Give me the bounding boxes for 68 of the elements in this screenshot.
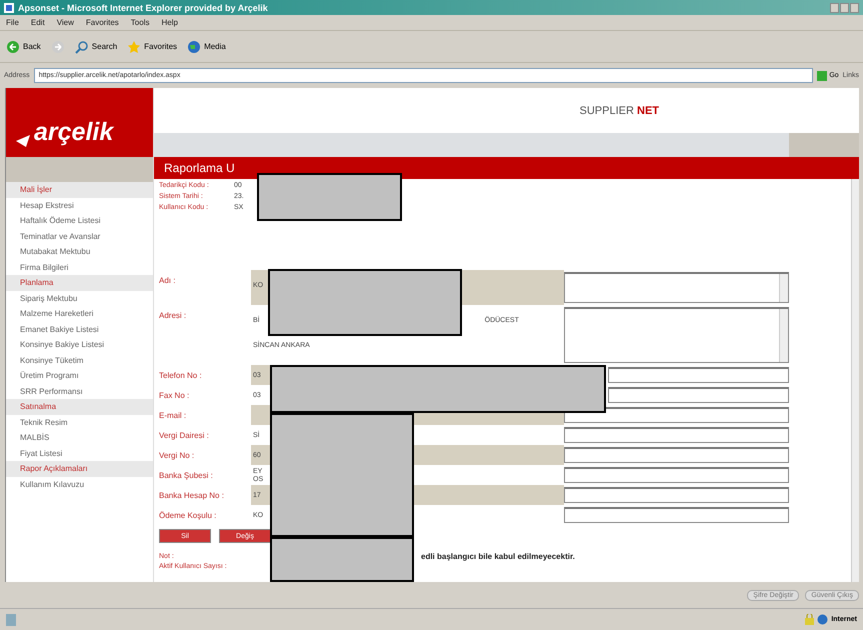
text-area[interactable] (564, 307, 789, 363)
field-label: Ödeme Koşulu : (159, 510, 218, 522)
input-field[interactable] (564, 487, 789, 503)
close-button[interactable] (850, 2, 859, 12)
back-arrow-icon (6, 40, 20, 54)
sidebar-section: Planlama (6, 275, 153, 290)
sidebar-link[interactable]: Haftalık Ödeme Listesi (6, 213, 153, 228)
field-label: Telefon No : (159, 370, 203, 382)
menu-item[interactable]: View (56, 18, 74, 27)
sidebar-link[interactable]: Konsinye Bakiye Listesi (6, 337, 153, 352)
toolbar-button[interactable]: Media (187, 40, 226, 54)
field-label: Banka Hesap No : (159, 490, 225, 502)
field-label: Adı : (159, 275, 176, 287)
menu-item[interactable]: Favorites (86, 18, 119, 27)
sidebar-link[interactable]: Üretim Programı (6, 368, 153, 384)
field-label: Adresi : (159, 310, 188, 322)
input-field[interactable] (564, 427, 789, 443)
star-icon (127, 40, 142, 54)
globe-icon (817, 614, 828, 625)
sidebar-link[interactable]: Emanet Bakiye Listesi (6, 322, 153, 337)
menu-item[interactable]: Help (161, 18, 178, 27)
sidebar-section: Mali İşler (6, 182, 153, 198)
sidebar-link[interactable]: Hesap Ekstresi (6, 198, 153, 213)
field-label: Vergi Dairesi : (159, 430, 210, 442)
note-text: edli başlangıcı bile kabul edilmeyecektir. (421, 552, 575, 560)
input-field[interactable] (608, 367, 789, 383)
toolbar-button[interactable]: Favorites (127, 40, 178, 54)
scrollbar[interactable] (851, 179, 859, 582)
sidebar-link[interactable]: Teminatlar ve Avanslar (6, 228, 153, 244)
maximize-button[interactable] (840, 2, 849, 12)
sidebar-link[interactable]: Fiyat Listesi (6, 446, 153, 461)
menu-item[interactable]: File (6, 18, 19, 27)
sidebar-section: Rapor Açıklamaları (6, 461, 153, 476)
panel-title: Raporlama U (154, 157, 859, 179)
globe-icon (187, 40, 202, 54)
search-icon (74, 40, 89, 54)
sidebar-link[interactable]: Firma Bilgileri (6, 260, 153, 275)
input-field[interactable] (564, 467, 789, 483)
menu-item[interactable]: Edit (30, 18, 45, 27)
sidebar-link[interactable]: MALBİS (6, 430, 153, 446)
logo-text: arçelik (34, 118, 114, 147)
field-label: Vergi No : (159, 450, 196, 462)
page-icon (6, 614, 16, 626)
input-field[interactable] (608, 387, 789, 403)
menu-item[interactable]: Tools (130, 18, 150, 27)
field-label: Fax No : (159, 390, 190, 402)
sidebar-link[interactable]: Sipariş Mektubu (6, 290, 153, 306)
sidebar-link[interactable]: Mutabakat Mektubu (6, 244, 153, 260)
input-field[interactable] (564, 447, 789, 463)
brand-title: SUPPLIER NET (580, 104, 659, 116)
logo-mark-icon (16, 135, 30, 147)
window-title: Apsonset - Microsoft Internet Explorer provided by Arçelik (18, 2, 268, 12)
sidebar-link[interactable]: Malzeme Hareketleri (6, 306, 153, 322)
toolbar-button[interactable]: Search (74, 40, 118, 54)
sidebar-link[interactable]: SRR Performansı (6, 384, 153, 399)
text-area[interactable] (564, 272, 789, 303)
sidebar-link[interactable]: Konsinye Tüketim (6, 352, 153, 368)
browser-icon (4, 2, 14, 12)
field-label: Banka Şubesi : (159, 470, 214, 482)
input-field[interactable] (564, 407, 789, 423)
sidebar-section: Satınalma (6, 399, 153, 414)
sidebar-link[interactable]: Teknik Resim (6, 414, 153, 430)
toolbar-button[interactable]: Back (6, 40, 41, 54)
input-field[interactable] (564, 507, 789, 523)
field-label: E-mail : (159, 410, 188, 422)
minimize-button[interactable] (830, 2, 839, 12)
sidebar-link[interactable]: Kullanım Kılavuzu (6, 476, 153, 492)
lock-icon (805, 614, 814, 625)
